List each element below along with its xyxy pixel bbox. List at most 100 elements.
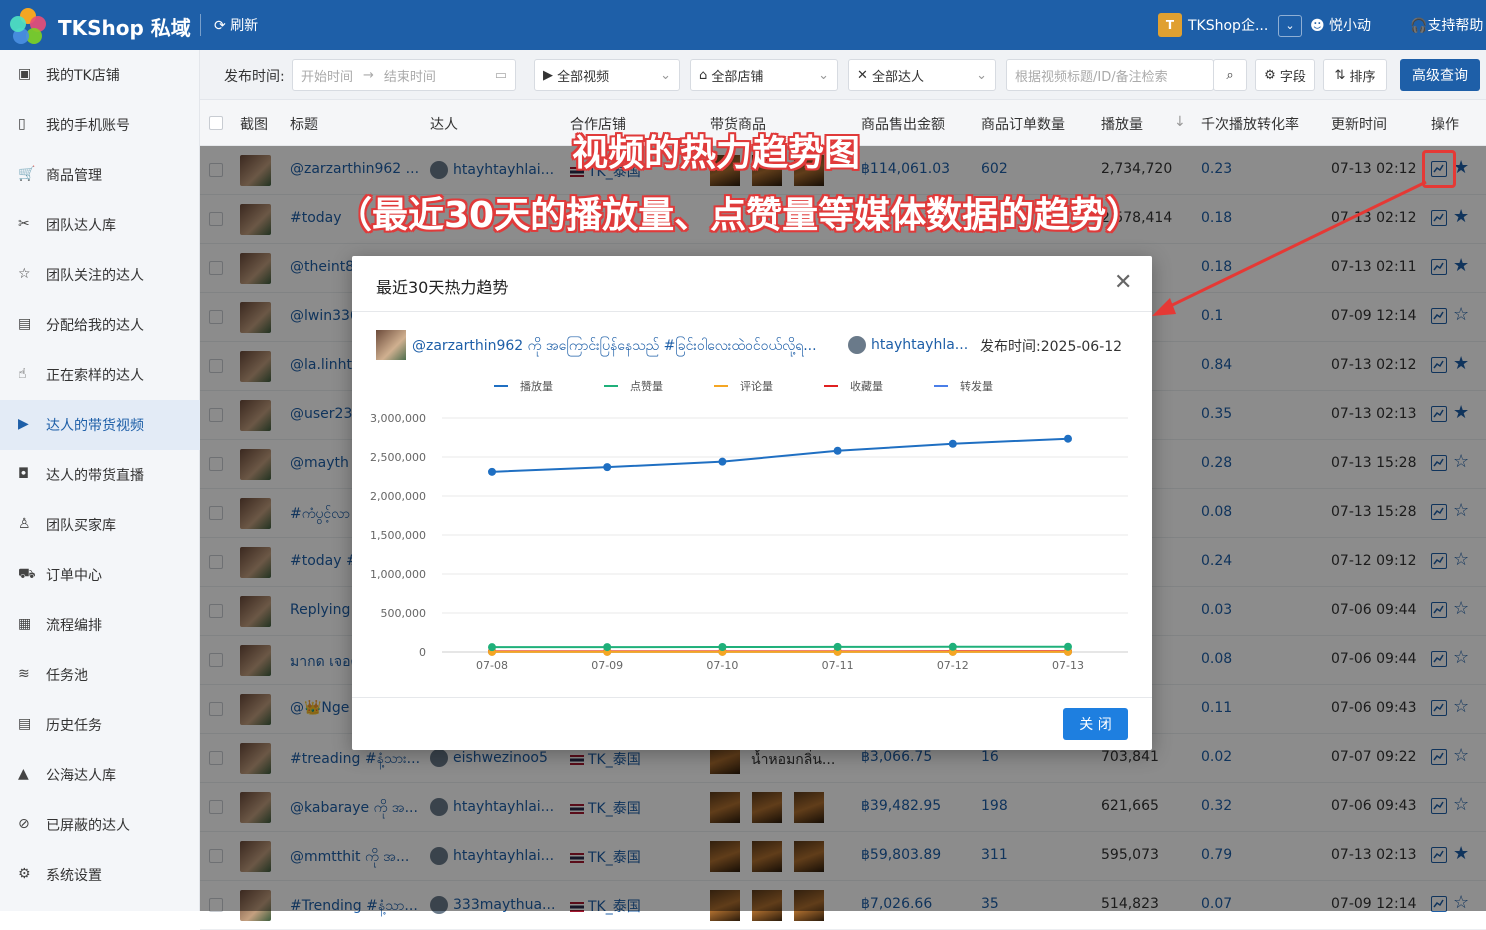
y-tick-label: 3,000,000 [370,412,426,425]
data-point[interactable] [488,643,496,651]
sidebar-item[interactable]: ✂ 团队达人库 [0,200,200,250]
col-updated[interactable]: 更新时间 [1331,114,1387,134]
end-date-input[interactable]: 结束时间 [384,66,436,85]
sidebar-item[interactable]: ⊘已屏蔽的达人 [0,800,200,850]
publish-time-label: 发布时间: [224,66,285,86]
data-point[interactable] [718,643,726,651]
data-point[interactable] [1064,435,1072,443]
sort-desc-icon[interactable]: ↓ [1174,114,1186,130]
store-select[interactable]: ⌂ 全部店铺⌄ [690,59,838,91]
user-name: 悦小动 [1329,18,1371,34]
layers-icon: ≋ [18,666,36,684]
publish-time: 发布时间:2025-06-12 [980,336,1122,356]
video-title-link[interactable]: @zarzarthin962 ကို အကြောင်းပြန်နေသည် #ခြ… [412,336,832,357]
data-point[interactable] [834,643,842,651]
store-icon: ⌂ [699,68,711,83]
close-icon[interactable]: ✕ [1114,270,1132,295]
buyer-icon: ♙ [18,516,36,534]
shop-dropdown-icon[interactable]: ⌄ [1278,15,1302,37]
data-point[interactable] [834,447,842,455]
legend-label[interactable]: 点赞量 [630,380,663,393]
video-author-link[interactable]: htayhtayhla... [848,336,968,354]
users-icon: ✂ [18,216,36,234]
divider [352,697,1152,698]
search-input[interactable]: 根据视频标题/ID/备注检索 [1006,59,1214,91]
date-range-picker[interactable]: 开始时间 → 结束时间 ▭ [292,59,516,91]
legend-label[interactable]: 评论量 [740,379,773,393]
shop-selector[interactable]: T TKShop企... [1158,12,1268,38]
sidebar-item[interactable]: ▤ 历史任务 [0,700,200,750]
y-tick-label: 500,000 [381,607,427,620]
data-point[interactable] [603,463,611,471]
y-tick-label: 2,000,000 [370,490,426,503]
data-point[interactable] [718,458,726,466]
x-tick-label: 07-10 [706,659,738,672]
sidebar-item[interactable]: ▣我的TK店铺 [0,50,200,100]
calendar-icon: ▭ [495,68,507,83]
col-plays[interactable]: 播放量 [1101,114,1143,134]
divider [200,14,201,36]
legend-label[interactable]: 收藏量 [850,379,883,393]
sidebar-item-label: 流程编排 [46,615,102,635]
creator-icon: ✕ [857,68,872,83]
creator-select[interactable]: ✕ 全部达人 ⌄ [848,59,996,91]
close-button[interactable]: 关 闭 [1063,708,1128,740]
gear-icon: ⚙ [1264,68,1276,83]
search-icon: ⌕ [1226,68,1233,83]
series-line [492,439,1068,472]
sidebar-item-label: 历史任务 [46,715,102,735]
clipboard-icon: ▤ [18,716,36,734]
sidebar-item[interactable]: ▯我的手机账号 [0,100,200,150]
shop-avatar: T [1158,13,1182,37]
search-button[interactable]: ⌕ [1213,59,1247,91]
sidebar-item[interactable]: ▤分配给我的达人 [0,300,200,350]
select-all-checkbox[interactable] [209,116,223,130]
sidebar-item[interactable]: ≋任务池 [0,650,200,700]
col-amount[interactable]: 商品售出金额 [861,114,945,134]
data-point[interactable] [1064,643,1072,651]
sidebar-item[interactable]: ☝正在索样的达人 [0,350,200,400]
advanced-search-button[interactable]: 高级查询 [1400,59,1480,91]
ban-icon: ⊘ [18,816,36,834]
sidebar-item-label: 团队达人库 [46,215,116,235]
sidebar-item[interactable]: ⚙系统设置 [0,850,200,900]
annotation-title: 视频的热力趋势图 [572,124,860,176]
help-link[interactable]: 🎧支持帮助 [1410,15,1483,35]
data-point[interactable] [949,643,957,651]
avatar [848,336,866,354]
cart-icon: 🛒 [18,166,36,184]
annotation-arrow [1140,170,1440,330]
start-date-input[interactable]: 开始时间 [301,66,353,85]
y-tick-label: 2,500,000 [370,451,426,464]
app-logo-icon [8,6,48,46]
sidebar-item[interactable]: ☆团队关注的达人 [0,250,200,300]
sidebar-item[interactable]: ▦流程编排 [0,600,200,650]
sidebar-item[interactable]: ▲公海达人库 [0,750,200,800]
legend-label[interactable]: 播放量 [520,379,553,393]
sidebar-item[interactable]: ⛟订单中心 [0,550,200,600]
annotation-subtitle: （最近30天的播放量、点赞量等媒体数据的趋势） [336,186,1142,238]
data-point[interactable] [603,643,611,651]
video-info: @zarzarthin962 ကို အကြောင်းပြန်နေသည် #ခြ… [376,330,1128,360]
sidebar-item-label: 公海达人库 [46,765,116,785]
sort-button[interactable]: ⇅排序 [1323,59,1387,91]
creator-select-value: 全部达人 [872,66,924,85]
col-orders[interactable]: 商品订单数量 [981,114,1065,134]
chevron-down-icon: ⌄ [976,68,987,83]
x-tick-label: 07-13 [1052,659,1084,672]
refresh-button[interactable]: ⟳ 刷新 [214,15,258,35]
sidebar-item-label: 正在索样的达人 [46,365,144,385]
data-point[interactable] [949,440,957,448]
fields-button[interactable]: ⚙字段 [1255,59,1315,91]
sidebar-item[interactable]: 🛒商品管理 [0,150,200,200]
legend-label[interactable]: 转发量 [960,379,993,393]
sidebar-item[interactable]: ▶达人的带货视频 [0,400,200,450]
sidebar-item-label: 达人的带货直播 [46,465,144,485]
sidebar-item[interactable]: ◘达人的带货直播 [0,450,200,500]
video-select[interactable]: ▶ 全部视频⌄ [534,59,680,91]
sidebar-item[interactable]: ♙团队买家库 [0,500,200,550]
sort-icon: ⇅ [1335,68,1346,83]
col-rate[interactable]: 千次播放转化率 [1201,114,1299,134]
user-menu[interactable]: ☻ 悦小动 [1310,15,1371,35]
data-point[interactable] [488,468,496,476]
